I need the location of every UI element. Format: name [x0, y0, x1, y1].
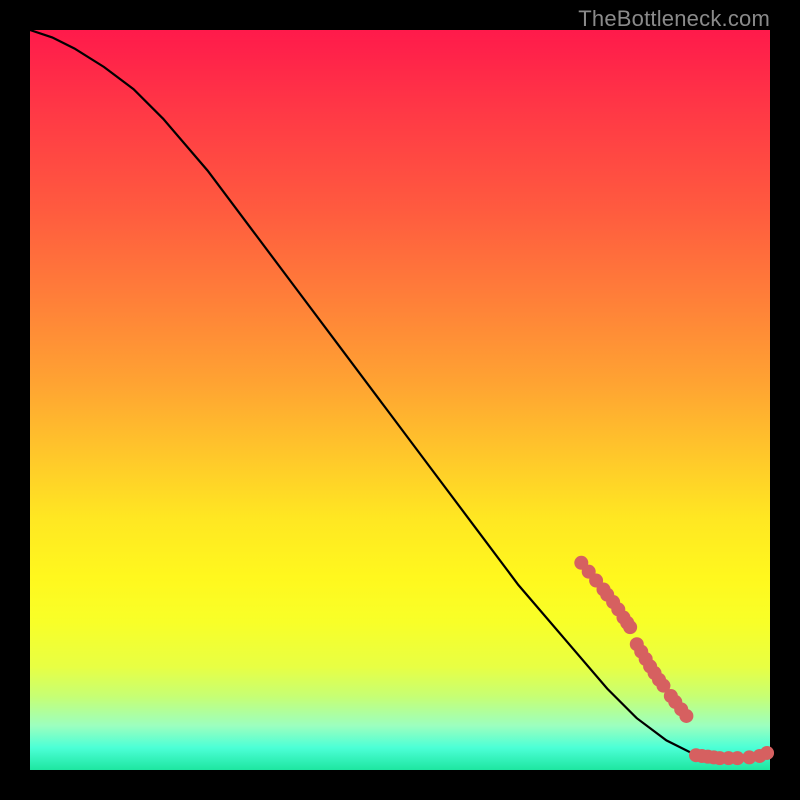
- bottleneck-curve: [30, 30, 770, 761]
- watermark-text: TheBottleneck.com: [578, 6, 770, 32]
- plot-area: [30, 30, 770, 770]
- data-point: [679, 709, 693, 723]
- scatter-markers: [574, 556, 774, 765]
- data-point: [623, 620, 637, 634]
- plot-svg: [30, 30, 770, 770]
- chart-stage: TheBottleneck.com: [0, 0, 800, 800]
- data-point: [760, 746, 774, 760]
